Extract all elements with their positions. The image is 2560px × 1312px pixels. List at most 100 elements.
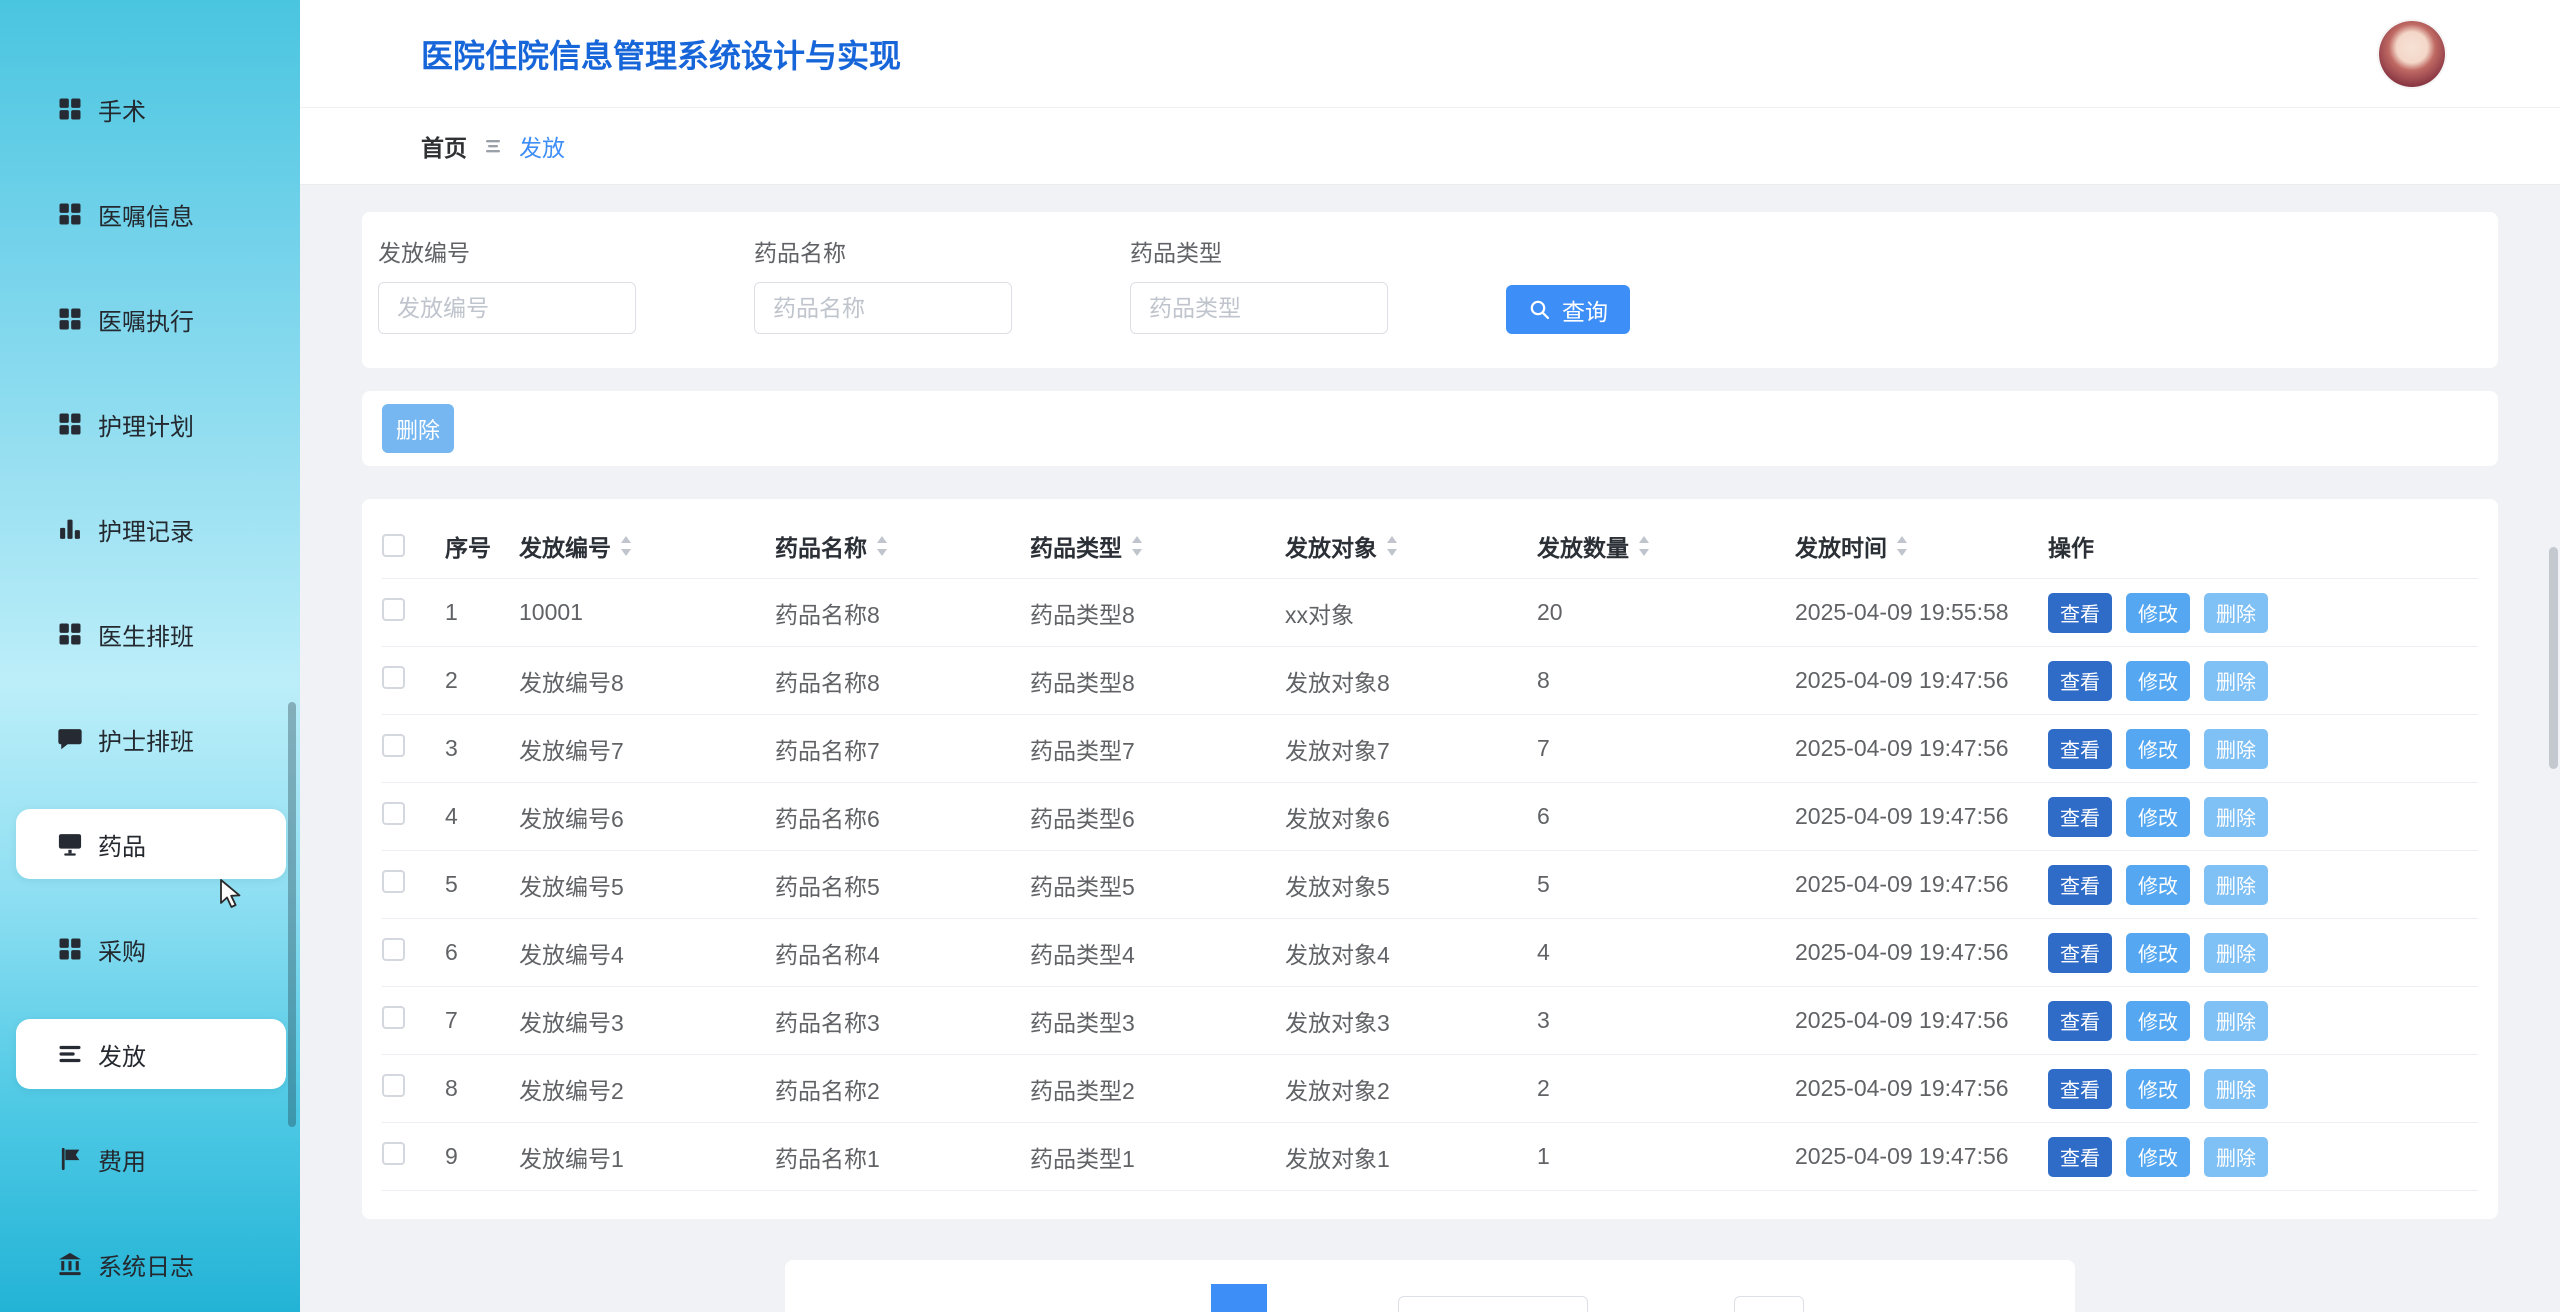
cell-qty: 7 (1537, 735, 1795, 762)
view-row-button[interactable]: 查看 (2048, 797, 2112, 837)
cell-time: 2025-04-09 19:47:56 (1795, 939, 2048, 966)
view-row-button[interactable]: 查看 (2048, 933, 2112, 973)
edit-row-button[interactable]: 修改 (2126, 865, 2190, 905)
query-button[interactable]: 查询 (1506, 285, 1630, 334)
cell-type: 药品类型1 (1030, 1140, 1285, 1174)
view-row-button[interactable]: 查看 (2048, 1137, 2112, 1177)
cell-name: 药品名称4 (775, 936, 1030, 970)
column-header-target[interactable]: 发放对象 (1285, 529, 1537, 563)
sidebar-item-purchase[interactable]: 采购 (16, 914, 286, 984)
field-label: 药品名称 (754, 238, 1012, 268)
delete-row-button[interactable]: 删除 (2204, 1069, 2268, 1109)
select-all-checkbox[interactable] (382, 534, 405, 557)
prev-page-button[interactable]: 上一页 (1116, 1305, 1185, 1312)
edit-row-button[interactable]: 修改 (2126, 797, 2190, 837)
sort-caret-icon[interactable] (1385, 535, 1399, 557)
sidebar-item-system-log[interactable]: 系统日志 (16, 1229, 286, 1299)
column-header-code[interactable]: 发放编号 (519, 529, 775, 563)
sort-caret-icon[interactable] (1637, 535, 1651, 557)
sidebar-item-label: 采购 (98, 932, 146, 967)
row-checkbox[interactable] (382, 598, 405, 621)
sidebar-scrollbar[interactable] (288, 702, 296, 1127)
delete-row-button[interactable]: 删除 (2204, 797, 2268, 837)
sidebar-item-nurse-schedule[interactable]: 护士排班 (16, 704, 286, 774)
page-1-button[interactable]: 1 (1211, 1284, 1267, 1312)
sort-caret-icon[interactable] (1895, 535, 1909, 557)
row-checkbox[interactable] (382, 1142, 405, 1165)
edit-row-button[interactable]: 修改 (2126, 1001, 2190, 1041)
row-checkbox[interactable] (382, 1074, 405, 1097)
column-header-quantity[interactable]: 发放数量 (1537, 529, 1795, 563)
delete-row-button[interactable]: 删除 (2204, 1137, 2268, 1177)
view-row-button[interactable]: 查看 (2048, 1001, 2112, 1041)
chart-icon (56, 515, 84, 543)
sidebar-item-medicine[interactable]: 药品 (16, 809, 286, 879)
row-checkbox[interactable] (382, 938, 405, 961)
cell-name: 药品名称2 (775, 1072, 1030, 1106)
delete-row-button[interactable]: 删除 (2204, 661, 2268, 701)
avatar[interactable] (2379, 21, 2445, 87)
sidebar-item-fee[interactable]: 费用 (16, 1124, 286, 1194)
view-row-button[interactable]: 查看 (2048, 593, 2112, 633)
delete-row-button[interactable]: 删除 (2204, 593, 2268, 633)
sidebar-item-nursing-plan[interactable]: 护理计划 (16, 389, 286, 459)
delete-row-button[interactable]: 删除 (2204, 1001, 2268, 1041)
delete-row-button[interactable]: 删除 (2204, 933, 2268, 973)
edit-row-button[interactable]: 修改 (2126, 661, 2190, 701)
sort-caret-icon[interactable] (1130, 535, 1144, 557)
column-header-index: 序号 (445, 529, 519, 563)
column-header-type[interactable]: 药品类型 (1030, 529, 1285, 563)
search-input-release-code[interactable] (378, 282, 636, 334)
sidebar-item-order-info[interactable]: 医嘱信息 (16, 179, 286, 249)
cell-code: 发放编号4 (519, 936, 775, 970)
cell-target: 发放对象5 (1285, 868, 1537, 902)
cell-type: 药品类型6 (1030, 800, 1285, 834)
column-header-name[interactable]: 药品名称 (775, 529, 1030, 563)
goto-page-input[interactable] (1734, 1296, 1804, 1312)
row-checkbox[interactable] (382, 802, 405, 825)
search-input-drug-name[interactable] (754, 282, 1012, 334)
column-header-time[interactable]: 发放时间 (1795, 529, 2048, 563)
sidebar-item-order-exec[interactable]: 医嘱执行 (16, 284, 286, 354)
sort-caret-icon[interactable] (619, 535, 633, 557)
page-scrollbar[interactable] (2549, 547, 2558, 769)
sort-caret-icon[interactable] (875, 535, 889, 557)
cell-time: 2025-04-09 19:47:56 (1795, 803, 2048, 830)
view-row-button[interactable]: 查看 (2048, 1069, 2112, 1109)
table-row: 8发放编号2药品名称2药品类型2发放对象222025-04-09 19:47:5… (382, 1055, 2478, 1123)
sidebar-item-nursing-record[interactable]: 护理记录 (16, 494, 286, 564)
edit-row-button[interactable]: 修改 (2126, 1137, 2190, 1177)
search-input-drug-type[interactable] (1130, 282, 1388, 334)
sidebar-item-label: 发放 (98, 1037, 146, 1072)
row-checkbox[interactable] (382, 666, 405, 689)
cell-code: 发放编号6 (519, 800, 775, 834)
sidebar-item-surgery[interactable]: 手术 (16, 74, 286, 144)
edit-row-button[interactable]: 修改 (2126, 729, 2190, 769)
edit-row-button[interactable]: 修改 (2126, 593, 2190, 633)
cell-qty: 4 (1537, 939, 1795, 966)
goto-page-group: 前往 页 (1674, 1296, 1841, 1312)
table-body: 110001药品名称8药品类型8xx对象202025-04-09 19:55:5… (382, 579, 2478, 1191)
bulk-delete-button[interactable]: 删除 (382, 404, 454, 453)
sidebar-item-release[interactable]: 发放 (16, 1019, 286, 1089)
cell-target: 发放对象7 (1285, 732, 1537, 766)
page-size-select[interactable]: 10条/页 (1398, 1296, 1588, 1312)
edit-row-button[interactable]: 修改 (2126, 1069, 2190, 1109)
delete-row-button[interactable]: 删除 (2204, 865, 2268, 905)
delete-row-button[interactable]: 删除 (2204, 729, 2268, 769)
cell-qty: 1 (1537, 1143, 1795, 1170)
sidebar-item-doctor-schedule[interactable]: 医生排班 (16, 599, 286, 669)
row-checkbox[interactable] (382, 734, 405, 757)
view-row-button[interactable]: 查看 (2048, 661, 2112, 701)
cell-type: 药品类型2 (1030, 1072, 1285, 1106)
row-checkbox[interactable] (382, 1006, 405, 1029)
cell-no: 4 (445, 803, 519, 830)
cell-no: 1 (445, 599, 519, 626)
view-row-button[interactable]: 查看 (2048, 865, 2112, 905)
cell-no: 8 (445, 1075, 519, 1102)
row-checkbox[interactable] (382, 870, 405, 893)
next-page-button[interactable]: 下一页 (1293, 1305, 1362, 1312)
edit-row-button[interactable]: 修改 (2126, 933, 2190, 973)
view-row-button[interactable]: 查看 (2048, 729, 2112, 769)
breadcrumb-home[interactable]: 首页 (421, 129, 467, 163)
